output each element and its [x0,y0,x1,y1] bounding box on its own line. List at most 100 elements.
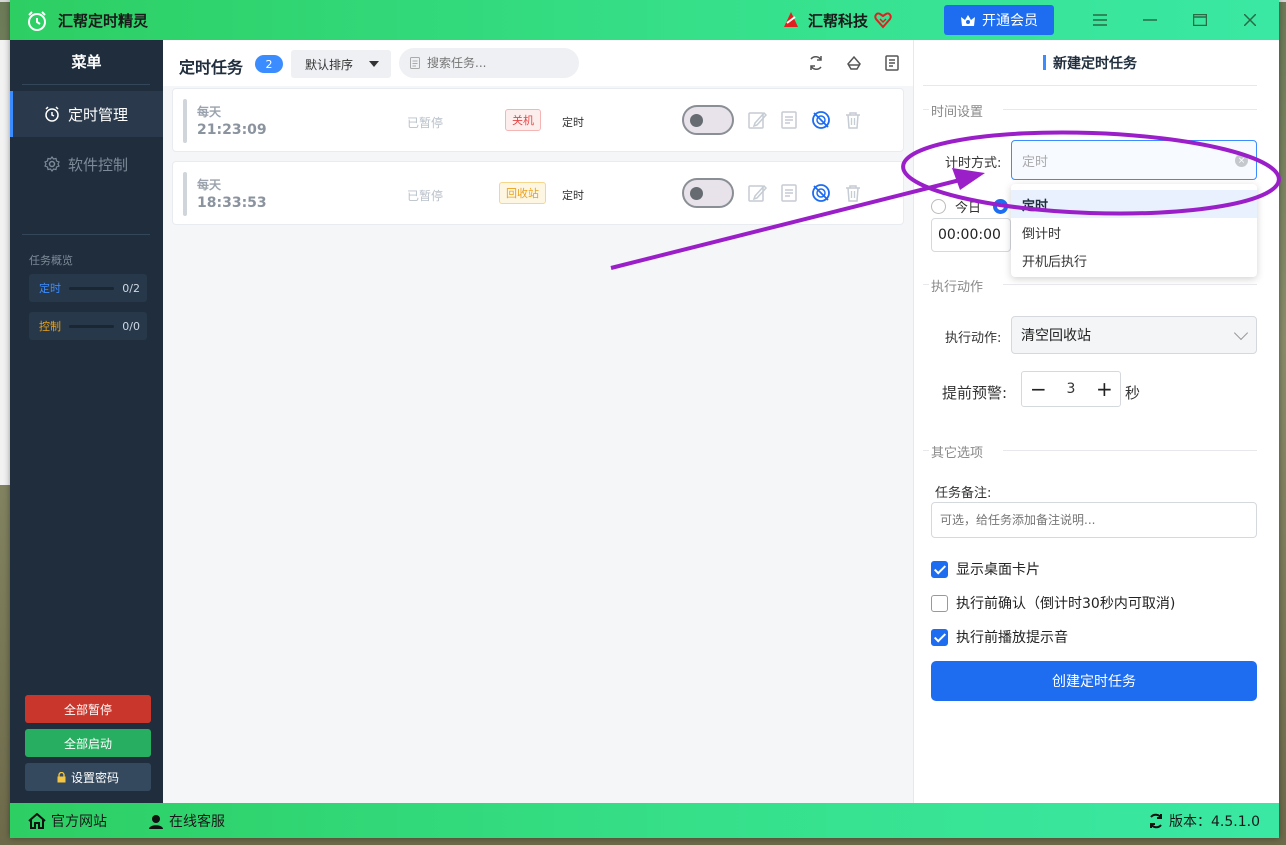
divider [22,234,150,235]
minus-button[interactable]: − [1030,377,1047,401]
start-all-label: 全部启动 [63,736,112,751]
task-card[interactable]: 每天 18:33:53 已暂停 回收站 定时 [172,161,904,225]
sort-dropdown[interactable]: 默认排序 [291,50,391,78]
edit-icon[interactable] [747,183,767,203]
action-select[interactable]: 清空回收站 [1011,316,1257,354]
copy-icon[interactable] [779,110,799,130]
dropdown-option[interactable]: 定时 [1011,190,1257,218]
divider [1003,284,1257,285]
online-support-link[interactable]: 在线客服 [148,811,225,831]
disable-icon[interactable] [811,110,831,130]
sidebar-item-label: 定时管理 [68,105,129,124]
checkbox[interactable] [931,628,948,646]
checkbox-confirm-before-run[interactable]: 执行前确认（倒计时30秒内可取消) [931,593,1175,613]
maximize-icon[interactable] [1190,10,1210,30]
vip-button[interactable]: 开通会员 [944,5,1054,35]
note-field[interactable] [931,502,1257,538]
panel-title: 新建定时任务 [1053,55,1137,72]
task-enable-toggle[interactable] [682,105,734,135]
checkbox-show-desktop-card[interactable]: 显示桌面卡片 [931,559,1040,579]
version-label: 版本：4.5.1.0 [1169,814,1260,830]
warn-unit: 秒 [1125,384,1141,402]
start-all-button[interactable]: 全部启动 [25,729,151,757]
edit-icon[interactable] [747,110,767,130]
create-task-label: 创建定时任务 [1052,674,1136,690]
section-other: 其它选项 [923,442,1257,461]
header-accent-bar [1043,55,1046,70]
set-password-label: 设置密码 [70,770,119,785]
task-mode: 定时 [562,116,584,129]
task-status-bar [183,99,187,143]
list-icon[interactable] [883,54,901,72]
divider [1003,109,1257,110]
action-select-value: 清空回收站 [1021,328,1091,344]
task-card[interactable]: 每天 21:23:09 已暂停 关机 定时 [172,88,904,152]
divider [923,450,929,451]
dropdown-option[interactable]: 开机后执行 [1011,246,1257,274]
set-password-button[interactable]: 设置密码 [25,763,151,791]
refresh-icon[interactable] [807,54,825,72]
task-time: 18:33:53 [197,195,267,211]
brand-name: 汇帮科技 [808,11,869,30]
task-status-bar [183,172,187,216]
alarm-clock-icon [45,106,59,122]
desktop-background-window [0,40,10,485]
vip-button-label: 开通会员 [982,13,1038,29]
crown-icon [961,15,975,26]
checkbox-play-sound[interactable]: 执行前播放提示音 [931,627,1068,647]
sidebar: 菜单 定时管理 软件控制 任务概览 定时 0/2 控制 0/0 全部暂停 全部启… [10,40,163,803]
search-box[interactable] [399,48,579,78]
time-input[interactable]: 00:00:00 [931,218,1011,252]
official-website-link[interactable]: 官方网站 [28,811,107,831]
task-state: 已暂停 [407,116,444,130]
task-frequency: 每天 [197,105,222,119]
caret-down-icon [369,61,379,67]
checkbox[interactable] [931,594,948,612]
task-enable-toggle[interactable] [682,178,734,208]
app-window: 汇帮定时精灵 汇帮科技 开通会员 菜单 定时管理 软件控制 任务概览 定时 0/… [10,0,1279,838]
new-task-header: 新建定时任务 [923,40,1257,86]
refresh-icon [1150,813,1162,829]
warn-label: 提前预警: [942,384,1008,402]
stepper-value[interactable]: 3 [1067,381,1076,397]
radio-option[interactable] [993,199,1008,214]
search-input[interactable] [427,56,567,70]
radio-today[interactable] [931,199,946,214]
sidebar-item-timer-management[interactable]: 定时管理 [10,91,163,137]
minimize-icon[interactable] [1140,10,1160,30]
pause-all-button[interactable]: 全部暂停 [25,695,151,723]
overview-control-card: 控制 0/0 [29,312,147,340]
clear-icon[interactable]: × [1235,154,1248,167]
action-label: 执行动作: [945,331,1002,346]
timing-mode-select[interactable]: 定时 × [1011,140,1257,180]
timing-mode-value: 定时 [1022,154,1049,170]
disable-icon[interactable] [811,183,831,203]
checkbox-label: 执行前确认（倒计时30秒内可取消) [956,596,1176,612]
chevron-down-icon [1233,325,1249,341]
home-icon [28,813,46,829]
overview-timer-card: 定时 0/2 [29,274,147,302]
sidebar-item-software-control[interactable]: 软件控制 [10,141,163,187]
section-title: 执行动作 [931,280,984,295]
progress-bar [69,324,115,328]
menu-icon[interactable] [1090,10,1110,30]
toggle-knob [690,114,703,127]
overview-count: 0/0 [122,319,140,333]
checkbox[interactable] [931,560,948,578]
close-icon[interactable] [1240,10,1260,30]
section-action: 执行动作 [923,276,1257,295]
dropdown-option[interactable]: 倒计时 [1011,218,1257,246]
clear-icon[interactable] [845,54,863,72]
trash-icon[interactable] [843,183,863,203]
version-info[interactable]: 版本：4.5.1.0 [1148,811,1260,831]
titlebar: 汇帮定时精灵 汇帮科技 开通会员 [10,0,1279,40]
divider [923,109,929,110]
trash-icon[interactable] [843,110,863,130]
copy-icon[interactable] [779,183,799,203]
plus-button[interactable]: + [1096,377,1113,401]
create-task-button[interactable]: 创建定时任务 [931,661,1257,701]
note-input[interactable] [940,513,1240,527]
checkbox-label: 执行前播放提示音 [956,630,1068,646]
time-value: 00:00:00 [938,227,1001,243]
toggle-knob [690,187,703,200]
